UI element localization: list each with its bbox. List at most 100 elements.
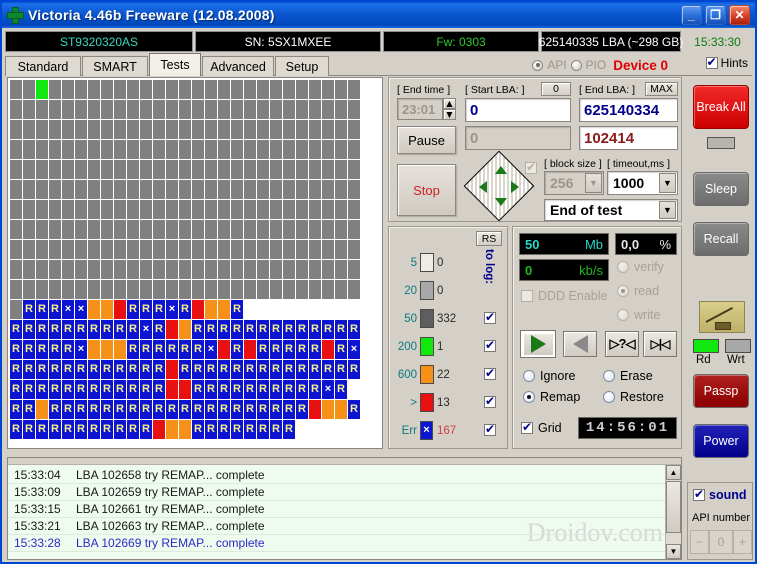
stat-to-log-checkbox[interactable] — [484, 422, 496, 436]
scan-butterfly-button[interactable]: ▷|◁ — [643, 331, 677, 357]
op-write-radio[interactable]: write — [617, 308, 660, 322]
read-radio-icon[interactable] — [617, 285, 629, 297]
map-cell: R — [257, 320, 269, 339]
speed-unit: kb/s — [579, 262, 603, 278]
timeout-select[interactable]: 1000 ▼ — [607, 171, 678, 195]
surface-map-panel[interactable]: R R R × × R R R × R R R R R R R R R R R R × R R R R R R R R R R R R R R R R R R… — [7, 77, 383, 449]
sound-check-icon[interactable] — [693, 487, 705, 501]
ignore-radio-icon[interactable] — [523, 370, 535, 382]
log-scroll-up-icon[interactable]: ▲ — [666, 465, 681, 480]
log-panel[interactable]: Droidov.com 15:33:04 LBA 102658 try REMAP… — [7, 457, 682, 560]
sound-checkbox[interactable]: sound — [693, 487, 747, 502]
log-scrollbar[interactable]: ▲ ▼ — [665, 465, 681, 559]
tab-standard[interactable]: Standard — [5, 56, 81, 76]
action-restore-radio[interactable]: Restore — [603, 390, 664, 404]
power-button[interactable]: Power — [693, 424, 749, 458]
maximize-button[interactable]: ❐ — [705, 5, 726, 25]
end-action-select[interactable]: End of test ▼ — [544, 199, 678, 221]
log-row[interactable]: 15:33:09 LBA 102659 try REMAP... complete — [8, 484, 665, 501]
end-lba-max-button[interactable]: MAX — [645, 82, 678, 96]
map-cell — [231, 140, 243, 159]
map-cell — [335, 280, 347, 299]
tab-smart[interactable]: SMART — [82, 56, 148, 76]
map-cell: R — [88, 400, 100, 419]
log-scroll-down-icon[interactable]: ▼ — [666, 544, 681, 559]
map-cell: R — [283, 420, 295, 439]
scan-random-button[interactable]: ▷?◁ — [605, 331, 639, 357]
action-ignore-radio[interactable]: Ignore — [523, 369, 575, 383]
map-cell: R — [36, 360, 48, 379]
action-remap-radio[interactable]: Remap — [523, 390, 580, 404]
start-lba-field[interactable]: 0 — [465, 98, 571, 122]
map-cell — [322, 280, 334, 299]
scan-backward-button[interactable] — [563, 331, 597, 357]
recall-button[interactable]: Recall — [693, 222, 749, 256]
map-cell — [10, 260, 22, 279]
stat-to-log-checkbox[interactable] — [484, 366, 496, 380]
map-cell — [114, 140, 126, 159]
log-row[interactable]: 15:33:04 LBA 102658 try REMAP... complete — [8, 467, 665, 484]
tab-advanced[interactable]: Advanced — [202, 56, 274, 76]
direction-pad[interactable] — [463, 150, 535, 222]
action-erase-radio[interactable]: Erase — [603, 369, 653, 383]
end-lba-field[interactable]: 625140334 — [579, 98, 678, 122]
ddd-enable-checkbox[interactable]: DDD Enable — [521, 289, 607, 303]
block-size-select[interactable]: 256 ▼ — [544, 171, 604, 195]
map-cell — [257, 140, 269, 159]
tab-tests[interactable]: Tests — [149, 53, 201, 76]
sound-label: sound — [709, 488, 747, 502]
passport-button[interactable]: Passp — [693, 374, 749, 408]
sleep-button[interactable]: Sleep — [693, 172, 749, 206]
hints-check-icon[interactable] — [705, 55, 718, 69]
dpad-left-icon[interactable] — [479, 181, 487, 193]
map-cell — [88, 120, 100, 139]
close-button[interactable]: ✕ — [729, 5, 750, 25]
api-radio[interactable] — [532, 59, 544, 71]
end-action-chevron-down-icon[interactable]: ▼ — [659, 201, 676, 219]
restore-radio-icon[interactable] — [603, 391, 615, 403]
hints-checkbox[interactable]: Hints — [705, 55, 748, 70]
pio-radio[interactable] — [570, 59, 582, 71]
grid-check-icon[interactable] — [521, 420, 533, 434]
erase-radio-icon[interactable] — [603, 370, 615, 382]
timeout-chevron-down-icon[interactable]: ▼ — [659, 173, 676, 193]
tab-setup[interactable]: Setup — [275, 56, 329, 76]
log-row[interactable]: 15:33:28 LBA 102669 try REMAP... complete — [8, 535, 665, 552]
map-cell — [335, 120, 347, 139]
pause-button[interactable]: Pause — [397, 126, 456, 154]
map-cell — [205, 140, 217, 159]
rs-button[interactable]: RS — [476, 231, 502, 246]
scan-forward-button[interactable] — [520, 330, 556, 358]
op-read-radio[interactable]: read — [617, 284, 659, 298]
api-number-increment[interactable]: + — [733, 530, 752, 554]
dpad-down-icon[interactable] — [495, 198, 507, 206]
stop-button[interactable]: Stop — [397, 164, 456, 216]
verify-radio-icon[interactable] — [617, 261, 629, 273]
map-cell: R — [127, 300, 139, 319]
write-radio-icon[interactable] — [617, 309, 629, 321]
stat-to-log-checkbox[interactable] — [484, 310, 496, 324]
elapsed-timer: 14:56:01 — [578, 417, 677, 439]
map-cell — [179, 240, 191, 259]
map-cell — [101, 160, 113, 179]
remap-radio-icon[interactable] — [523, 391, 535, 403]
block-size-chevron-down-icon[interactable]: ▼ — [585, 173, 602, 193]
stat-to-log-checkbox[interactable] — [484, 338, 496, 352]
dpad-right-icon[interactable] — [511, 181, 519, 193]
api-number-decrement[interactable]: − — [690, 530, 709, 554]
grid-checkbox[interactable]: Grid — [521, 420, 562, 435]
dpad-up-icon[interactable] — [495, 166, 507, 174]
minimize-button[interactable]: _ — [681, 5, 702, 25]
log-scroll-thumb[interactable] — [666, 481, 681, 533]
end-time-up-spinner[interactable]: ▲ — [443, 98, 456, 110]
end-time-field[interactable]: 23:01 — [397, 98, 443, 120]
map-cell — [257, 160, 269, 179]
ddd-check-icon[interactable] — [521, 290, 533, 302]
start-lba-zero-button[interactable]: 0 — [541, 82, 571, 96]
end-time-down-spinner[interactable]: ▼ — [443, 109, 456, 121]
log-row[interactable]: 15:33:15 LBA 102661 try REMAP... complete — [8, 501, 665, 518]
op-verify-radio[interactable]: verify — [617, 260, 664, 274]
stat-to-log-checkbox[interactable] — [484, 394, 496, 408]
log-row[interactable]: 15:33:21 LBA 102663 try REMAP... complete — [8, 518, 665, 535]
break-all-button[interactable]: Break All — [693, 85, 749, 129]
